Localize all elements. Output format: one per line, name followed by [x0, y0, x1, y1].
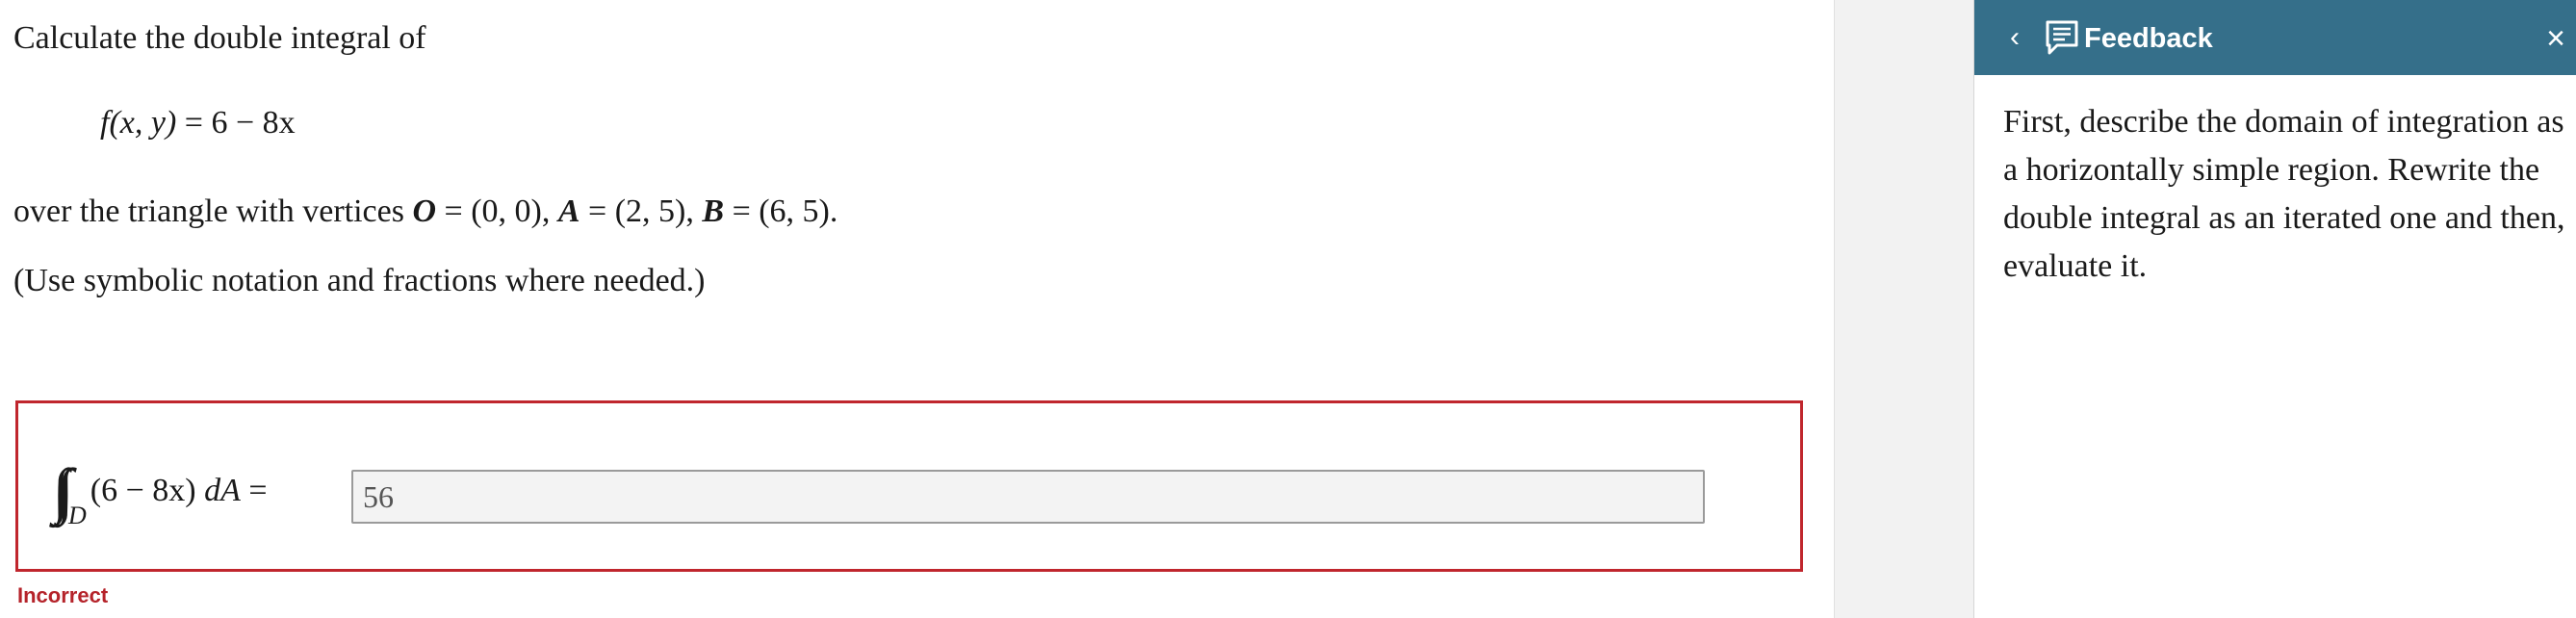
chevron-left-icon[interactable]: ‹	[1996, 16, 2034, 59]
function-rhs: 6 − 8x	[211, 105, 296, 141]
region-prefix: over the triangle with vertices	[13, 193, 413, 229]
vertex-b-value: = (6, 5).	[724, 193, 838, 229]
answer-input[interactable]	[351, 470, 1705, 524]
question-region: over the triangle with vertices O = (0, …	[13, 193, 837, 231]
vertex-o-value: = (0, 0),	[436, 193, 558, 229]
vertex-o-label: O	[412, 193, 437, 229]
differential: dA	[204, 473, 241, 508]
close-icon[interactable]: ×	[2537, 17, 2575, 60]
question-function: f(x, y) = 6 − 8x	[100, 104, 296, 142]
status-incorrect: Incorrect	[17, 583, 109, 607]
feedback-title: Feedback	[2084, 23, 2213, 54]
panel-gutter	[1834, 0, 1974, 618]
answer-box: ∫∫ D (6 − 8x) dA =	[15, 400, 1803, 572]
vertex-b-label: B	[702, 193, 725, 229]
feedback-body: First, describe the domain of integratio…	[2003, 104, 2565, 284]
question-intro: Calculate the double integral of	[13, 20, 426, 56]
function-eq: =	[184, 105, 203, 141]
integral-equals: =	[240, 473, 268, 508]
question-pane: Calculate the double integral of f(x, y)…	[0, 0, 1834, 618]
question-hint: (Use symbolic notation and fractions whe…	[13, 263, 706, 298]
integral-expression: ∫∫ D (6 − 8x) dA =	[57, 457, 268, 530]
feedback-panel: ‹ Feedback × First, describe the domain …	[1974, 0, 2576, 618]
function-lhs: f(x, y)	[100, 105, 177, 141]
vertex-a-label: A	[557, 193, 580, 229]
vertex-a-value: = (2, 5),	[580, 193, 703, 229]
feedback-icon	[2046, 20, 2078, 55]
feedback-header: ‹ Feedback ×	[1974, 0, 2576, 75]
domain-label: D	[68, 502, 87, 529]
integrand: (6 − 8x)	[90, 473, 205, 508]
